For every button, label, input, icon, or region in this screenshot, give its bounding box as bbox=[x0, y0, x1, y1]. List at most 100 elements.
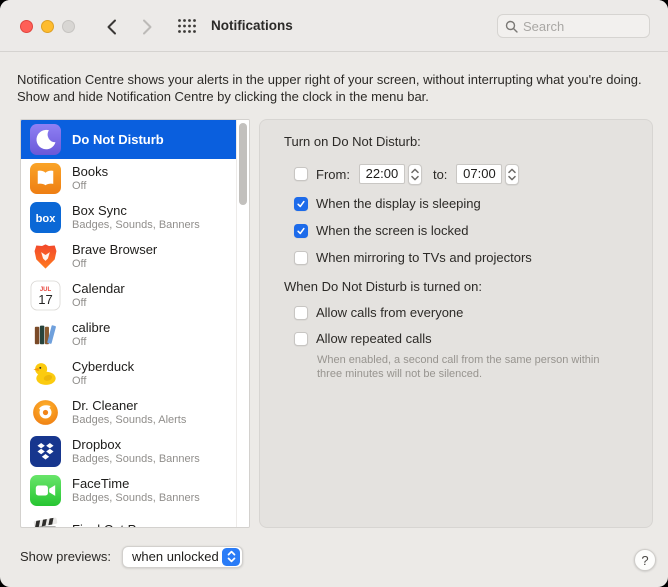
app-alert-style: Off bbox=[72, 375, 87, 387]
checkbox-label: Allow calls from everyone bbox=[316, 305, 464, 320]
to-label: to: bbox=[432, 166, 448, 182]
app-alert-style: Off bbox=[72, 258, 87, 270]
search-input[interactable] bbox=[523, 18, 633, 34]
app-name: Cyberduck bbox=[72, 359, 135, 374]
app-name: Dropbox bbox=[72, 437, 122, 452]
checkbox-row[interactable]: When the display is sleeping bbox=[294, 195, 652, 212]
section-label-turn-on: Turn on Do Not Disturb: bbox=[284, 134, 421, 149]
sidebar-item-calendar[interactable]: JUL 17 Calendar Off bbox=[21, 276, 237, 315]
sidebar-item-calibre[interactable]: calibre Off bbox=[21, 315, 237, 354]
app-alert-style: Off bbox=[72, 336, 87, 348]
app-name: Final Cut Pro bbox=[72, 522, 148, 528]
app-name: calibre bbox=[72, 320, 111, 335]
scrollbar-thumb[interactable] bbox=[239, 123, 247, 205]
traffic-lights bbox=[20, 19, 75, 33]
facetime-icon bbox=[30, 475, 61, 506]
checkbox-row[interactable]: Allow repeated calls bbox=[294, 330, 652, 347]
close-button[interactable] bbox=[20, 19, 33, 33]
app-list: Do Not Disturb Books Off box Box Sync Ba… bbox=[21, 120, 237, 527]
checkbox[interactable] bbox=[294, 331, 308, 346]
sidebar-item-books[interactable]: Books Off bbox=[21, 159, 237, 198]
sidebar-item-final-cut-pro[interactable]: Final Cut Pro bbox=[21, 510, 237, 527]
checkbox-label: When the screen is locked bbox=[316, 223, 469, 238]
to-time-stepper[interactable] bbox=[505, 163, 520, 185]
chevron-left-icon bbox=[107, 19, 116, 35]
checkbox[interactable] bbox=[294, 250, 308, 265]
checkmark-icon bbox=[297, 200, 305, 207]
app-alert-style: Off bbox=[72, 297, 87, 309]
app-name: Books bbox=[72, 164, 109, 179]
sidebar-item-dr-cleaner[interactable]: Dr. Cleaner Badges, Sounds, Alerts bbox=[21, 393, 237, 432]
checkbox-label: When mirroring to TVs and projectors bbox=[316, 250, 532, 265]
schedule-checkbox[interactable] bbox=[294, 167, 308, 181]
checkbox-row[interactable]: When mirroring to TVs and projectors bbox=[294, 249, 652, 266]
search-field[interactable] bbox=[497, 14, 650, 38]
sidebar-item-box-sync[interactable]: box Box Sync Badges, Sounds, Banners bbox=[21, 198, 237, 237]
dr-cleaner-icon bbox=[30, 397, 61, 428]
app-alert-style: Badges, Sounds, Alerts bbox=[72, 414, 187, 426]
when-on-options-group: Allow calls from everyone Allow repeated… bbox=[284, 304, 652, 347]
stepper-arrows-icon bbox=[508, 168, 517, 180]
svg-text:box: box bbox=[36, 213, 57, 225]
dropbox-icon bbox=[30, 436, 61, 467]
cyberduck-icon bbox=[30, 358, 61, 389]
checkbox-label: Allow repeated calls bbox=[316, 331, 432, 346]
sidebar-item-do-not-disturb[interactable]: Do Not Disturb bbox=[21, 120, 237, 159]
show-previews-popup[interactable]: when unlocked bbox=[122, 545, 243, 568]
app-alert-style: Badges, Sounds, Banners bbox=[72, 219, 200, 231]
to-time-field[interactable]: 07:00 bbox=[456, 164, 503, 184]
app-name: Calendar bbox=[72, 281, 125, 296]
sidebar-item-brave-browser[interactable]: Brave Browser Off bbox=[21, 237, 237, 276]
zoom-button-disabled bbox=[62, 19, 75, 33]
repeated-calls-hint: When enabled, a second call from the sam… bbox=[317, 354, 600, 380]
from-label: From: bbox=[316, 166, 350, 182]
checkbox[interactable] bbox=[294, 305, 308, 320]
popup-chevrons-icon bbox=[222, 547, 240, 566]
from-time-stepper[interactable] bbox=[407, 163, 422, 185]
search-icon bbox=[505, 20, 518, 33]
app-name: FaceTime bbox=[72, 476, 130, 491]
app-name: Dr. Cleaner bbox=[72, 398, 138, 413]
calibre-icon bbox=[30, 319, 61, 350]
show-previews-label: Show previews: bbox=[20, 549, 112, 564]
checkbox-row[interactable]: When the screen is locked bbox=[294, 222, 652, 239]
app-alert-style: Badges, Sounds, Banners bbox=[72, 453, 200, 465]
show-all-grid-icon[interactable] bbox=[177, 18, 197, 34]
checkbox-label: When the display is sleeping bbox=[316, 196, 481, 211]
checkbox[interactable] bbox=[294, 223, 308, 238]
svg-text:17: 17 bbox=[38, 292, 53, 307]
do-not-disturb-panel: Turn on Do Not Disturb: From: 22:00 to: … bbox=[259, 119, 653, 528]
checkbox[interactable] bbox=[294, 196, 308, 211]
minimize-button[interactable] bbox=[41, 19, 54, 33]
show-previews-value: when unlocked bbox=[132, 549, 219, 564]
title-bar: Notifications bbox=[0, 0, 668, 52]
chevron-right-icon bbox=[142, 19, 151, 35]
sidebar-item-dropbox[interactable]: Dropbox Badges, Sounds, Banners bbox=[21, 432, 237, 471]
sidebar-item-facetime[interactable]: FaceTime Badges, Sounds, Banners bbox=[21, 471, 237, 510]
app-name: Brave Browser bbox=[72, 242, 158, 257]
preferences-window: Notifications Notification Centre shows … bbox=[0, 0, 668, 587]
sidebar-item-cyberduck[interactable]: Cyberduck Off bbox=[21, 354, 237, 393]
stepper-arrows-icon bbox=[411, 168, 419, 180]
app-list-sidebar: Do Not Disturb Books Off box Box Sync Ba… bbox=[20, 119, 250, 528]
description-text: Notification Centre shows your alerts in… bbox=[17, 72, 642, 104]
section-label-when-on: When Do Not Disturb is turned on: bbox=[284, 279, 482, 294]
app-alert-style: Off bbox=[72, 180, 87, 192]
books-icon bbox=[30, 163, 61, 194]
from-time-field[interactable]: 22:00 bbox=[358, 164, 405, 184]
app-name: Box Sync bbox=[72, 203, 127, 218]
help-button[interactable]: ? bbox=[634, 549, 656, 571]
calendar-icon: JUL 17 bbox=[30, 280, 61, 311]
back-button[interactable] bbox=[101, 17, 121, 37]
app-name: Do Not Disturb bbox=[72, 131, 164, 147]
final-cut-pro-icon bbox=[30, 514, 61, 527]
checkbox-row[interactable]: Allow calls from everyone bbox=[294, 304, 652, 321]
forward-button[interactable] bbox=[137, 17, 157, 37]
box-sync-icon: box bbox=[30, 202, 61, 233]
scrollbar-track[interactable] bbox=[236, 120, 249, 527]
turn-on-options-group: When the display is sleeping When the sc… bbox=[284, 195, 652, 266]
window-title: Notifications bbox=[211, 18, 293, 33]
schedule-row: From: 22:00 to: 07:00 bbox=[294, 163, 652, 185]
checkmark-icon bbox=[297, 227, 305, 234]
do-not-disturb-icon bbox=[30, 124, 61, 155]
